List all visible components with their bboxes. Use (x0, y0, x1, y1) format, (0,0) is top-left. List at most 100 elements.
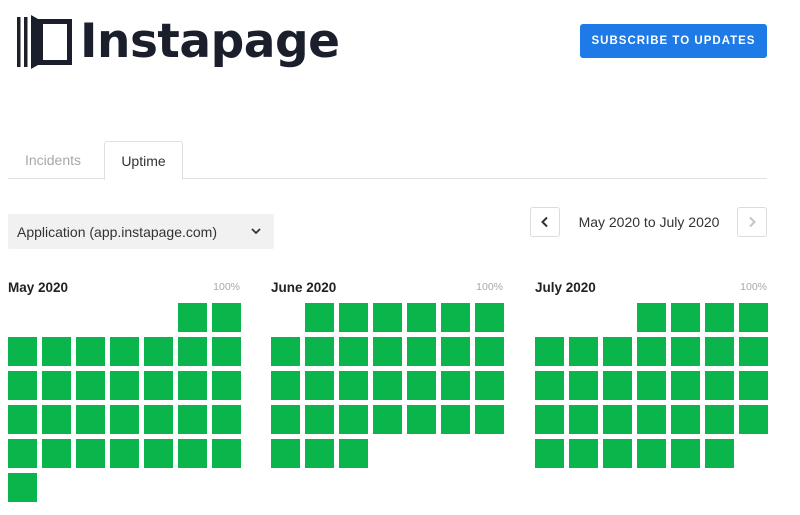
day-uptime-square[interactable] (42, 337, 71, 366)
day-uptime-square[interactable] (441, 303, 470, 332)
day-uptime-square[interactable] (144, 439, 173, 468)
day-uptime-square[interactable] (305, 337, 334, 366)
day-uptime-square[interactable] (705, 371, 734, 400)
day-uptime-square[interactable] (739, 371, 768, 400)
day-uptime-square[interactable] (441, 371, 470, 400)
day-uptime-square[interactable] (178, 371, 207, 400)
day-uptime-square[interactable] (339, 439, 368, 468)
day-uptime-square[interactable] (739, 337, 768, 366)
day-uptime-square[interactable] (271, 405, 300, 434)
day-uptime-square[interactable] (339, 405, 368, 434)
day-uptime-square[interactable] (305, 439, 334, 468)
day-uptime-square[interactable] (8, 439, 37, 468)
month-uptime: 100% (476, 281, 503, 293)
day-uptime-square[interactable] (671, 371, 700, 400)
day-uptime-square[interactable] (212, 439, 241, 468)
day-uptime-square[interactable] (637, 371, 666, 400)
day-uptime-square[interactable] (305, 405, 334, 434)
day-uptime-square[interactable] (407, 405, 436, 434)
day-uptime-square[interactable] (705, 405, 734, 434)
day-uptime-square[interactable] (339, 337, 368, 366)
day-uptime-square[interactable] (373, 371, 402, 400)
day-uptime-square[interactable] (637, 439, 666, 468)
day-uptime-square[interactable] (407, 337, 436, 366)
day-uptime-square[interactable] (339, 303, 368, 332)
day-uptime-square[interactable] (110, 405, 139, 434)
day-uptime-square[interactable] (569, 405, 598, 434)
day-uptime-square[interactable] (212, 303, 241, 332)
day-uptime-square[interactable] (671, 337, 700, 366)
day-uptime-square[interactable] (535, 405, 564, 434)
day-uptime-square[interactable] (212, 405, 241, 434)
day-uptime-square[interactable] (705, 439, 734, 468)
day-uptime-square[interactable] (212, 337, 241, 366)
day-uptime-square[interactable] (271, 337, 300, 366)
tab-incidents[interactable]: Incidents (8, 141, 98, 179)
day-uptime-square[interactable] (407, 303, 436, 332)
day-uptime-square[interactable] (705, 337, 734, 366)
tab-uptime[interactable]: Uptime (104, 141, 183, 180)
day-uptime-square[interactable] (671, 405, 700, 434)
day-uptime-square[interactable] (637, 405, 666, 434)
day-uptime-square[interactable] (535, 371, 564, 400)
day-uptime-square[interactable] (603, 439, 632, 468)
day-uptime-square[interactable] (671, 439, 700, 468)
day-uptime-square[interactable] (603, 405, 632, 434)
day-uptime-square[interactable] (42, 405, 71, 434)
day-uptime-square[interactable] (475, 303, 504, 332)
day-uptime-square[interactable] (475, 337, 504, 366)
day-uptime-square[interactable] (705, 303, 734, 332)
day-uptime-square[interactable] (739, 405, 768, 434)
day-uptime-square[interactable] (76, 405, 105, 434)
subscribe-button[interactable]: SUBSCRIBE TO UPDATES (580, 24, 767, 58)
day-uptime-square[interactable] (178, 337, 207, 366)
day-uptime-square[interactable] (178, 405, 207, 434)
day-uptime-square[interactable] (373, 405, 402, 434)
day-uptime-square[interactable] (178, 439, 207, 468)
day-uptime-square[interactable] (8, 473, 37, 502)
day-uptime-square[interactable] (441, 337, 470, 366)
day-uptime-square[interactable] (373, 303, 402, 332)
component-select[interactable]: Application (app.instapage.com) (8, 214, 274, 249)
day-uptime-square[interactable] (76, 337, 105, 366)
day-uptime-square[interactable] (110, 371, 139, 400)
day-uptime-square[interactable] (178, 303, 207, 332)
day-uptime-square[interactable] (110, 439, 139, 468)
day-uptime-square[interactable] (535, 337, 564, 366)
day-uptime-square[interactable] (603, 371, 632, 400)
day-uptime-square[interactable] (144, 371, 173, 400)
day-uptime-square[interactable] (671, 303, 700, 332)
day-uptime-square[interactable] (441, 405, 470, 434)
day-uptime-square[interactable] (8, 337, 37, 366)
day-uptime-square[interactable] (569, 371, 598, 400)
day-uptime-square[interactable] (305, 303, 334, 332)
day-uptime-square[interactable] (42, 439, 71, 468)
day-uptime-square[interactable] (535, 439, 564, 468)
day-uptime-square[interactable] (739, 303, 768, 332)
previous-range-button[interactable] (530, 207, 560, 237)
day-uptime-square[interactable] (475, 371, 504, 400)
day-uptime-square[interactable] (212, 371, 241, 400)
day-uptime-square[interactable] (76, 439, 105, 468)
day-uptime-square[interactable] (8, 371, 37, 400)
day-uptime-square[interactable] (637, 337, 666, 366)
day-uptime-square[interactable] (8, 405, 37, 434)
logo[interactable]: Instapage (14, 10, 340, 74)
day-uptime-square[interactable] (271, 439, 300, 468)
day-uptime-square[interactable] (475, 405, 504, 434)
day-uptime-square[interactable] (373, 337, 402, 366)
day-uptime-square[interactable] (144, 337, 173, 366)
day-uptime-square[interactable] (76, 371, 105, 400)
day-uptime-square[interactable] (271, 371, 300, 400)
day-uptime-square[interactable] (603, 337, 632, 366)
day-uptime-square[interactable] (637, 303, 666, 332)
day-uptime-square[interactable] (339, 371, 368, 400)
day-uptime-square[interactable] (569, 337, 598, 366)
day-uptime-square[interactable] (305, 371, 334, 400)
day-uptime-square[interactable] (144, 405, 173, 434)
day-uptime-square[interactable] (110, 337, 139, 366)
next-range-button[interactable] (737, 207, 767, 237)
day-uptime-square[interactable] (407, 371, 436, 400)
day-uptime-square[interactable] (42, 371, 71, 400)
day-uptime-square[interactable] (569, 439, 598, 468)
